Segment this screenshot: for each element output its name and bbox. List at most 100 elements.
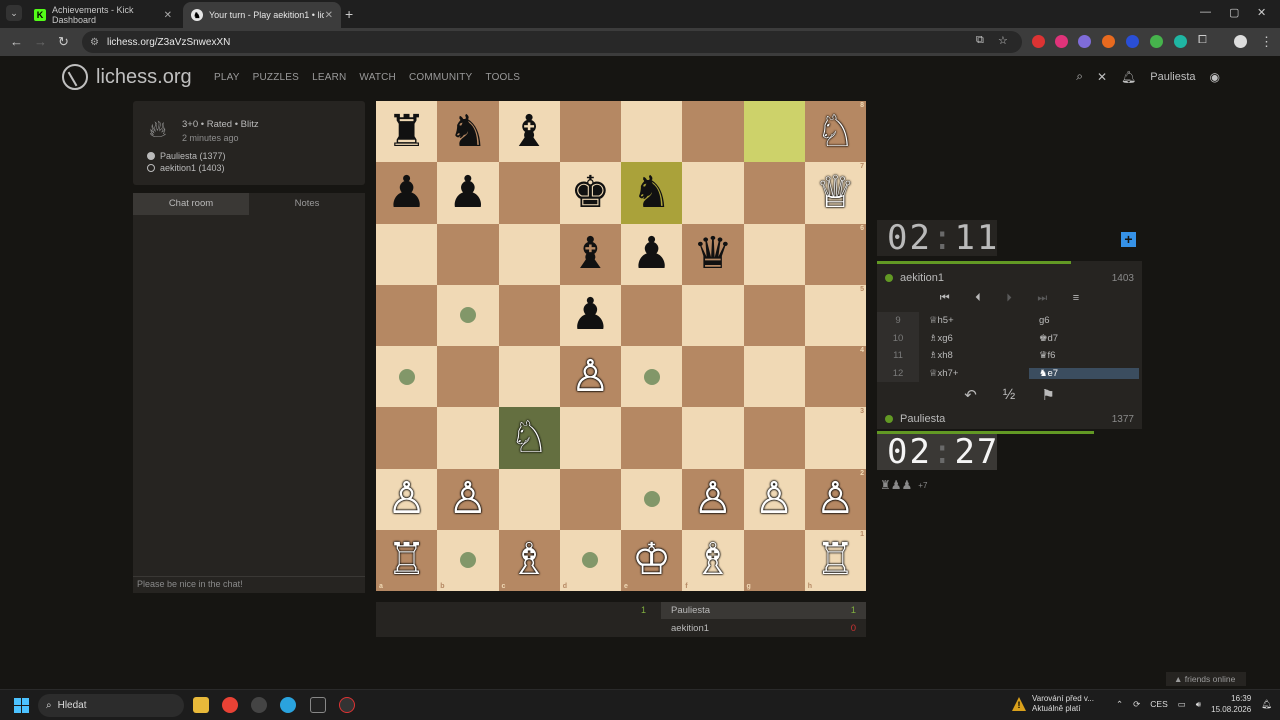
offer-draw-icon[interactable]: ½ xyxy=(1003,386,1016,408)
square-b6[interactable] xyxy=(437,223,499,285)
chess-piece[interactable]: ♗ xyxy=(509,538,548,582)
square-f4[interactable] xyxy=(682,346,744,408)
black-player-row[interactable]: aekition1 (1403) xyxy=(147,163,225,173)
reload-icon[interactable]: ↻ xyxy=(58,34,69,50)
chat-input[interactable]: Please be nice in the chat! xyxy=(133,576,365,592)
square-c4[interactable] xyxy=(498,346,560,408)
black-move[interactable]: ♞e7 xyxy=(1029,367,1139,379)
white-move[interactable]: ♗xh8 xyxy=(919,350,1029,361)
minimize-icon[interactable]: — xyxy=(1200,6,1211,18)
tab-list-button[interactable]: ⌄ xyxy=(6,5,22,21)
weather-warning[interactable]: ! Varování před v... Aktuálně platí xyxy=(1012,694,1094,714)
square-b5[interactable] xyxy=(437,284,499,346)
tab-notes[interactable]: Notes xyxy=(249,193,365,215)
square-g5[interactable] xyxy=(743,284,805,346)
address-bar[interactable]: ⚙ lichess.org/Z3aVzSnwexXN xyxy=(82,31,1022,53)
chess-piece[interactable]: ♔ xyxy=(632,538,671,582)
move-destination-dot[interactable] xyxy=(459,307,476,324)
chess-piece[interactable]: ♚ xyxy=(571,170,610,215)
back-icon[interactable]: ← xyxy=(10,34,23,49)
site-logo[interactable]: lichess.org xyxy=(62,64,192,90)
chess-piece[interactable]: ♙ xyxy=(693,477,732,521)
white-move[interactable]: ♗xg6 xyxy=(919,333,1029,344)
square-c8[interactable]: ♝ xyxy=(498,101,560,163)
square-f7[interactable] xyxy=(682,162,744,224)
extension-icon[interactable] xyxy=(1032,35,1045,48)
search-icon[interactable]: ⌕ xyxy=(1076,69,1083,84)
move-destination-dot[interactable] xyxy=(643,491,660,508)
square-e6[interactable]: ♟ xyxy=(621,223,683,285)
takeback-icon[interactable]: ↶ xyxy=(964,386,977,408)
resign-flag-icon[interactable]: ⚑ xyxy=(1041,386,1054,408)
white-move[interactable]: ♕xh7+ xyxy=(919,368,1029,379)
telegram-icon[interactable] xyxy=(280,697,296,713)
prev-move-icon[interactable]: ⏴ xyxy=(975,292,981,310)
square-d2[interactable] xyxy=(559,468,621,530)
extension-icon[interactable] xyxy=(1078,35,1091,48)
square-c3[interactable]: ♘ xyxy=(498,407,560,469)
volume-icon[interactable]: 🔊︎ xyxy=(1196,699,1201,710)
chess-piece[interactable]: ♛ xyxy=(693,232,732,276)
user-menu[interactable]: Pauliesta xyxy=(1150,71,1195,83)
square-a7[interactable]: ♟ xyxy=(376,162,438,224)
chess-piece[interactable]: ♞ xyxy=(632,170,671,215)
square-f5[interactable] xyxy=(682,284,744,346)
square-d4[interactable]: ♙ xyxy=(559,346,621,408)
chevron-up-icon[interactable]: ⌃ xyxy=(1116,699,1123,710)
obs-icon[interactable] xyxy=(251,697,267,713)
extension-icon[interactable] xyxy=(1126,35,1139,48)
square-e2[interactable] xyxy=(621,468,683,530)
square-e7[interactable]: ♞ xyxy=(621,162,683,224)
chess-piece[interactable]: ♗ xyxy=(693,538,732,582)
file-explorer-icon[interactable] xyxy=(193,697,209,713)
extension-icon[interactable] xyxy=(1102,35,1115,48)
square-c5[interactable] xyxy=(498,284,560,346)
black-move[interactable]: g6 xyxy=(1029,315,1139,326)
tab-kick-dashboard[interactable]: K Achievements - Kick Dashboard ✕ xyxy=(26,2,180,28)
chess-piece[interactable]: ♟ xyxy=(448,170,487,215)
tab-lichess-game[interactable]: ♞ Your turn - Play aekition1 • lich ✕ xyxy=(183,2,341,28)
nav-puzzles[interactable]: PUZZLES xyxy=(253,72,299,83)
square-b1[interactable]: b xyxy=(437,529,499,591)
chess-piece[interactable]: ♝ xyxy=(571,232,610,276)
extension-icon[interactable] xyxy=(1150,35,1163,48)
sync-icon[interactable]: ⟳ xyxy=(1133,699,1140,710)
square-a1[interactable]: ♖ a xyxy=(376,529,438,591)
chess-piece[interactable]: ♝ xyxy=(509,109,548,154)
square-h1[interactable]: ♖ 1 h xyxy=(804,529,866,591)
nav-watch[interactable]: WATCH xyxy=(359,72,396,83)
square-c6[interactable] xyxy=(498,223,560,285)
square-b8[interactable]: ♞ xyxy=(437,101,499,163)
square-b4[interactable] xyxy=(437,346,499,408)
chess-piece[interactable]: ♖ xyxy=(387,538,426,582)
chess-piece[interactable]: ♙ xyxy=(387,477,426,521)
close-window-icon[interactable]: ✕ xyxy=(1257,6,1266,19)
add-time-button[interactable]: + xyxy=(1121,232,1136,247)
square-a8[interactable]: ♜ xyxy=(376,101,438,163)
taskbar-search[interactable]: ⌕ Hledat xyxy=(38,694,184,717)
site-info-icon[interactable]: ⚙ xyxy=(90,37,99,48)
square-d1[interactable]: d xyxy=(559,529,621,591)
terminal-icon[interactable] xyxy=(310,697,326,713)
square-g1[interactable]: g xyxy=(743,529,805,591)
extensions-puzzle-icon[interactable]: ⧠ xyxy=(1198,34,1207,47)
chess-piece[interactable]: ♞ xyxy=(448,109,487,154)
square-f6[interactable]: ♛ xyxy=(682,223,744,285)
square-c7[interactable] xyxy=(498,162,560,224)
black-move[interactable]: ♚d7 xyxy=(1029,333,1139,344)
close-tab-icon[interactable]: ✕ xyxy=(325,10,333,21)
square-g2[interactable]: ♙ xyxy=(743,468,805,530)
move-destination-dot[interactable] xyxy=(643,368,660,385)
language-indicator[interactable]: CES xyxy=(1150,699,1167,709)
square-d6[interactable]: ♝ xyxy=(559,223,621,285)
first-move-icon[interactable]: ⏮ xyxy=(940,292,950,310)
app-icon[interactable] xyxy=(339,697,355,713)
x-social-icon[interactable]: ✕ xyxy=(1097,70,1107,84)
browser-menu-icon[interactable]: ⋮ xyxy=(1260,34,1273,50)
nav-community[interactable]: COMMUNITY xyxy=(409,72,472,83)
extension-icon[interactable] xyxy=(1055,35,1068,48)
chess-piece[interactable]: ♙ xyxy=(816,477,855,521)
install-app-icon[interactable]: ⧉ xyxy=(976,34,984,47)
menu-icon[interactable]: ≡ xyxy=(1073,292,1079,310)
last-move-icon[interactable]: ⏭ xyxy=(1037,292,1047,310)
